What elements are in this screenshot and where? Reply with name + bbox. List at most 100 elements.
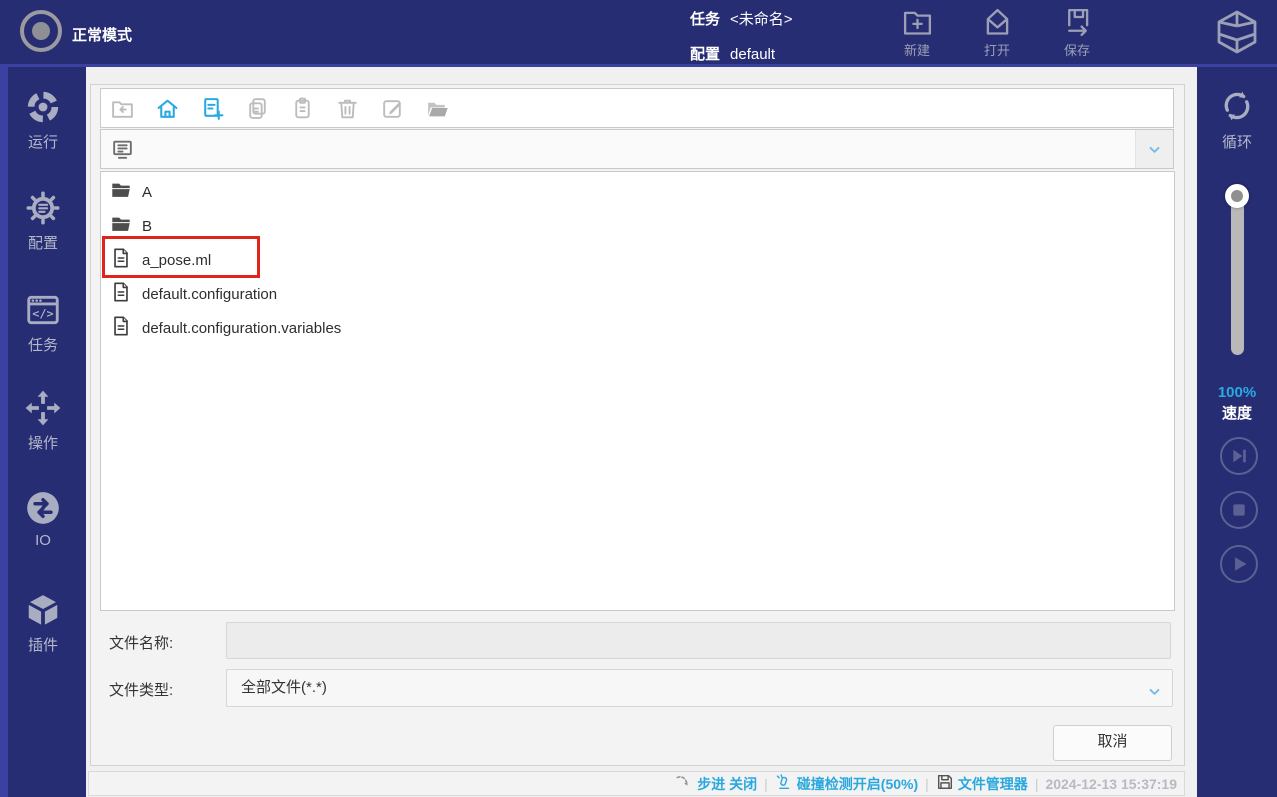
- speed-slider-track[interactable]: [1231, 195, 1244, 355]
- step-forward-button[interactable]: [1220, 437, 1258, 475]
- status-ring-icon: [20, 10, 62, 52]
- sidebar-item-task[interactable]: </> 任务: [0, 291, 86, 355]
- path-combobox[interactable]: [100, 129, 1174, 169]
- sidebar-item-run[interactable]: 运行: [0, 88, 86, 152]
- copy-button[interactable]: [245, 96, 270, 121]
- sidebar-item-io[interactable]: IO: [0, 489, 86, 549]
- file-manager-dialog: A B a_pose.ml default.configuration defa…: [90, 84, 1185, 766]
- file-name-label: 文件名称:: [109, 632, 173, 653]
- stop-button[interactable]: [1220, 491, 1258, 529]
- sidebar-item-label: 插件: [0, 634, 86, 655]
- open-task-button[interactable]: 打开: [964, 4, 1030, 59]
- sidebar-item-label: 操作: [0, 432, 86, 453]
- file-row-a-pose[interactable]: a_pose.ml: [101, 243, 1174, 277]
- sidebar-item-label: 任务: [0, 334, 86, 355]
- home-button[interactable]: [155, 96, 180, 121]
- play-button[interactable]: [1220, 545, 1258, 583]
- file-name: default.configuration: [142, 286, 277, 303]
- sidebar-item-plugin[interactable]: 插件: [0, 591, 86, 655]
- speed-slider-knob[interactable]: [1225, 184, 1249, 208]
- file-name-input[interactable]: [226, 622, 1171, 659]
- speed-label: 速度: [1197, 402, 1277, 423]
- file-type-value: 全部文件(*.*): [241, 679, 327, 696]
- trash-icon: [335, 96, 360, 121]
- file-name: A: [142, 184, 152, 201]
- collision-status[interactable]: 碰撞检测开启(50%): [775, 773, 918, 794]
- brand-cube-icon: [1213, 8, 1261, 56]
- back-icon: [110, 96, 135, 121]
- folder-icon: [110, 213, 142, 239]
- play-icon: [1222, 547, 1256, 581]
- file-icon: [110, 247, 142, 273]
- sidebar-item-label: 配置: [0, 232, 86, 253]
- code-window-icon: </>: [0, 291, 86, 329]
- file-icon: [110, 281, 142, 307]
- file-toolbar: [100, 88, 1174, 128]
- new-file-icon: [200, 96, 225, 121]
- cube-icon: [0, 591, 86, 629]
- io-swap-icon: [0, 489, 86, 527]
- path-dropdown-button[interactable]: [1135, 130, 1173, 168]
- file-list: A B a_pose.ml default.configuration defa…: [100, 171, 1175, 611]
- new-task-label: 新建: [884, 40, 950, 59]
- step-icon: [675, 773, 693, 794]
- rename-button[interactable]: [380, 96, 405, 121]
- new-file-button[interactable]: [200, 96, 225, 121]
- file-manager-status[interactable]: 文件管理器: [936, 773, 1028, 794]
- task-label: 任务: [690, 11, 720, 28]
- cancel-button[interactable]: 取消: [1053, 725, 1172, 761]
- open-file-icon: [964, 6, 1030, 39]
- sidebar-item-config[interactable]: 配置: [0, 189, 86, 253]
- task-info: 任务 <未命名>: [690, 8, 793, 29]
- delete-button[interactable]: [335, 96, 360, 121]
- open-folder-icon: [425, 96, 450, 121]
- status-separator: |: [925, 776, 929, 792]
- speed-percent: 100%: [1197, 384, 1277, 401]
- back-button[interactable]: [110, 96, 135, 121]
- file-type-select[interactable]: 全部文件(*.*): [226, 669, 1173, 707]
- status-timestamp: 2024-12-13 15:37:19: [1045, 776, 1177, 792]
- file-row-default-configuration-variables[interactable]: default.configuration.variables: [101, 311, 1174, 345]
- new-task-button[interactable]: 新建: [884, 4, 950, 59]
- loop-label: 循环: [1197, 131, 1277, 152]
- file-type-label: 文件类型:: [109, 679, 173, 700]
- file-name: default.configuration.variables: [142, 320, 341, 337]
- new-folder-plus-icon: [884, 6, 950, 39]
- computer-icon: [110, 137, 135, 162]
- file-name: a_pose.ml: [142, 252, 211, 269]
- status-separator: |: [764, 776, 768, 792]
- mode-label: 正常模式: [72, 24, 132, 45]
- file-icon: [110, 315, 142, 341]
- file-row-folder-b[interactable]: B: [101, 209, 1174, 243]
- gear-icon: [0, 189, 86, 227]
- chevron-down-icon: [1145, 679, 1164, 698]
- file-manager-icon: [936, 773, 954, 794]
- sidebar-item-operate[interactable]: 操作: [0, 389, 86, 453]
- file-row-folder-a[interactable]: A: [101, 175, 1174, 209]
- file-name: B: [142, 218, 152, 235]
- collision-icon: [775, 773, 793, 794]
- status-separator: |: [1035, 776, 1039, 792]
- run-target-icon: [0, 88, 86, 126]
- home-icon: [155, 96, 180, 121]
- robot-teach-pendant-app: 正常模式 任务 <未命名> 配置default 新建 打开 保存: [0, 0, 1277, 797]
- stop-icon: [1222, 493, 1256, 527]
- config-info: 配置default: [690, 43, 775, 64]
- task-value: <未命名>: [730, 11, 793, 28]
- loop-button[interactable]: 循环: [1197, 86, 1277, 152]
- top-bar: 正常模式 任务 <未命名> 配置default 新建 打开 保存: [0, 0, 1277, 67]
- config-label: 配置: [690, 46, 720, 63]
- collision-text: 碰撞检测开启(50%): [797, 774, 918, 794]
- step-mode-status[interactable]: 步进 关闭: [675, 773, 757, 794]
- paste-button[interactable]: [290, 96, 315, 121]
- file-row-default-configuration[interactable]: default.configuration: [101, 277, 1174, 311]
- main-content: A B a_pose.ml default.configuration defa…: [86, 67, 1197, 797]
- save-task-button[interactable]: 保存: [1044, 4, 1110, 59]
- open-folder-button[interactable]: [425, 96, 450, 121]
- left-sidebar: 运行 配置 </> 任务 操作: [0, 67, 86, 797]
- right-sidebar: 循环 100% 速度: [1197, 67, 1277, 797]
- copy-icon: [245, 96, 270, 121]
- step-forward-icon: [1222, 439, 1256, 473]
- open-task-label: 打开: [964, 40, 1030, 59]
- svg-text:</>: </>: [32, 306, 53, 320]
